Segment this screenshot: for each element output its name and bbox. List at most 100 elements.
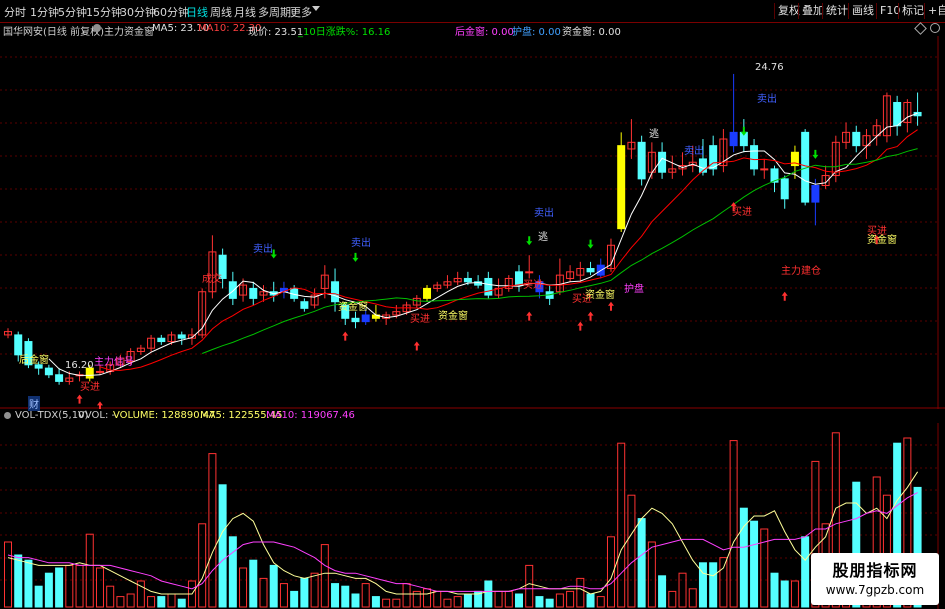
candle-body <box>95 370 104 373</box>
volume-bar <box>494 590 503 608</box>
candle-body <box>157 337 166 343</box>
volume-bar <box>453 596 462 608</box>
volume-info-bar: VOL-TDX(5,10) VVOL: - VOLUME: 128890.47 … <box>0 409 945 423</box>
volume-bar <box>279 583 288 608</box>
tab-monthly[interactable]: 月线 <box>234 4 256 20</box>
candle-body <box>811 184 820 203</box>
sell-arrow-icon <box>526 236 533 246</box>
candle-body <box>586 268 595 273</box>
volume-bar <box>647 541 656 608</box>
volume-bar <box>269 564 278 608</box>
volume-settings-icon[interactable] <box>4 412 11 419</box>
candle-body <box>760 168 769 171</box>
volume-bar <box>463 593 472 608</box>
tab-30min[interactable]: 30分钟 <box>120 4 156 20</box>
diamond-icon[interactable] <box>914 22 927 35</box>
settings-dot-icon[interactable] <box>93 24 101 32</box>
volume-bar <box>545 598 554 608</box>
volume-bar <box>361 583 370 608</box>
buy-arrow-icon <box>526 311 533 321</box>
volume-bar <box>637 518 646 608</box>
watermark-title: 股朋指标网 <box>832 561 918 580</box>
volume-bar <box>402 583 411 608</box>
volume-bar <box>760 528 769 608</box>
buy-label-5: 买进 <box>732 207 752 218</box>
candle-body <box>637 141 646 180</box>
volume-bar <box>719 557 728 608</box>
volume-bar <box>576 577 585 608</box>
tab-weekly[interactable]: 周线 <box>210 4 232 20</box>
tab-15min[interactable]: 15分钟 <box>86 4 122 20</box>
volume-bar <box>116 596 125 608</box>
sell-label-1: 卖出 <box>253 244 273 255</box>
low-price-label: 16.20 <box>65 360 94 371</box>
candle-body <box>249 287 258 299</box>
volume-bar <box>750 520 759 608</box>
volume-bar <box>801 536 810 608</box>
candle-body <box>177 334 186 339</box>
volume-bar <box>198 523 207 608</box>
tab-daily[interactable]: 日线 <box>186 4 208 20</box>
buy-arrow-icon <box>413 341 420 351</box>
volume-bar <box>4 541 12 608</box>
circle-icon[interactable] <box>930 23 940 33</box>
escape-label-1: 逃 <box>649 129 659 140</box>
volume-bar <box>596 596 605 608</box>
volume-bar <box>218 484 227 608</box>
volume-bar <box>310 572 319 608</box>
volume-bar <box>106 585 115 608</box>
volume-bar <box>423 588 432 608</box>
volume-bar <box>555 593 564 608</box>
tab-60min[interactable]: 60分钟 <box>153 4 189 20</box>
volume-bar <box>24 559 33 608</box>
tab-1min[interactable]: 1分钟 <box>30 4 59 20</box>
tab-5min[interactable]: 5分钟 <box>58 4 87 20</box>
buy-arrow-icon <box>76 394 83 404</box>
buy-arrow-icon <box>607 301 614 311</box>
sell-label-5: 卖出 <box>757 94 777 105</box>
volume-bar <box>535 596 544 608</box>
tab-multi-period[interactable]: 多周期 <box>258 4 291 20</box>
volume-bar <box>177 598 186 608</box>
volume-bar <box>147 596 156 608</box>
stats-button[interactable]: 统计 <box>822 3 851 19</box>
price-chart[interactable] <box>0 36 945 409</box>
candle-body <box>617 145 626 230</box>
volume-bar <box>239 567 248 608</box>
volume-bar <box>658 575 667 608</box>
volume-bar <box>739 507 748 608</box>
volume-bar <box>678 572 687 608</box>
sell-label-4: 卖出 <box>684 146 704 157</box>
ma20-line <box>202 148 918 354</box>
watermark-url: www.7gpzb.com <box>825 583 925 597</box>
volume-bar <box>320 544 329 608</box>
volume-bar <box>126 593 135 608</box>
volume-bar <box>300 577 309 608</box>
drawline-button[interactable]: 画线 <box>848 3 877 19</box>
volume-bar <box>44 572 53 608</box>
volume-bar <box>208 453 217 608</box>
volume-bar <box>433 590 442 608</box>
volume-chart[interactable] <box>0 423 945 609</box>
high-price-label: 24.76 <box>755 62 784 73</box>
candle-body <box>515 271 523 286</box>
fund-label-1: 资金窗 <box>338 302 368 313</box>
main-build-label: 主力建仓 <box>781 266 821 277</box>
volume-bar <box>34 585 43 608</box>
volume-bar <box>729 440 738 608</box>
volume-bar <box>627 494 636 608</box>
volume-bar <box>525 564 534 608</box>
tab-more[interactable]: 更多 <box>290 4 312 20</box>
more-chevron-icon[interactable] <box>312 6 320 11</box>
vvol-value: VVOL: - <box>78 410 116 421</box>
volume-bar <box>65 564 74 608</box>
indicator-info-bar: 国华网安(日线 前复权) 主力资金窗 MA5: 23.10 MA10: 22.3… <box>0 22 945 38</box>
buy-label-3: 买进 <box>523 280 543 291</box>
sell-arrow-icon <box>812 149 819 159</box>
tab-fenshi[interactable]: 分时 <box>4 4 26 20</box>
buy-arrow-icon <box>781 291 788 301</box>
after-fund-label: 后金窗 <box>19 355 49 366</box>
add-watchlist-button[interactable]: +自选 <box>924 3 945 19</box>
candle-body <box>852 131 861 147</box>
mark-button[interactable]: 标记 <box>898 3 927 19</box>
